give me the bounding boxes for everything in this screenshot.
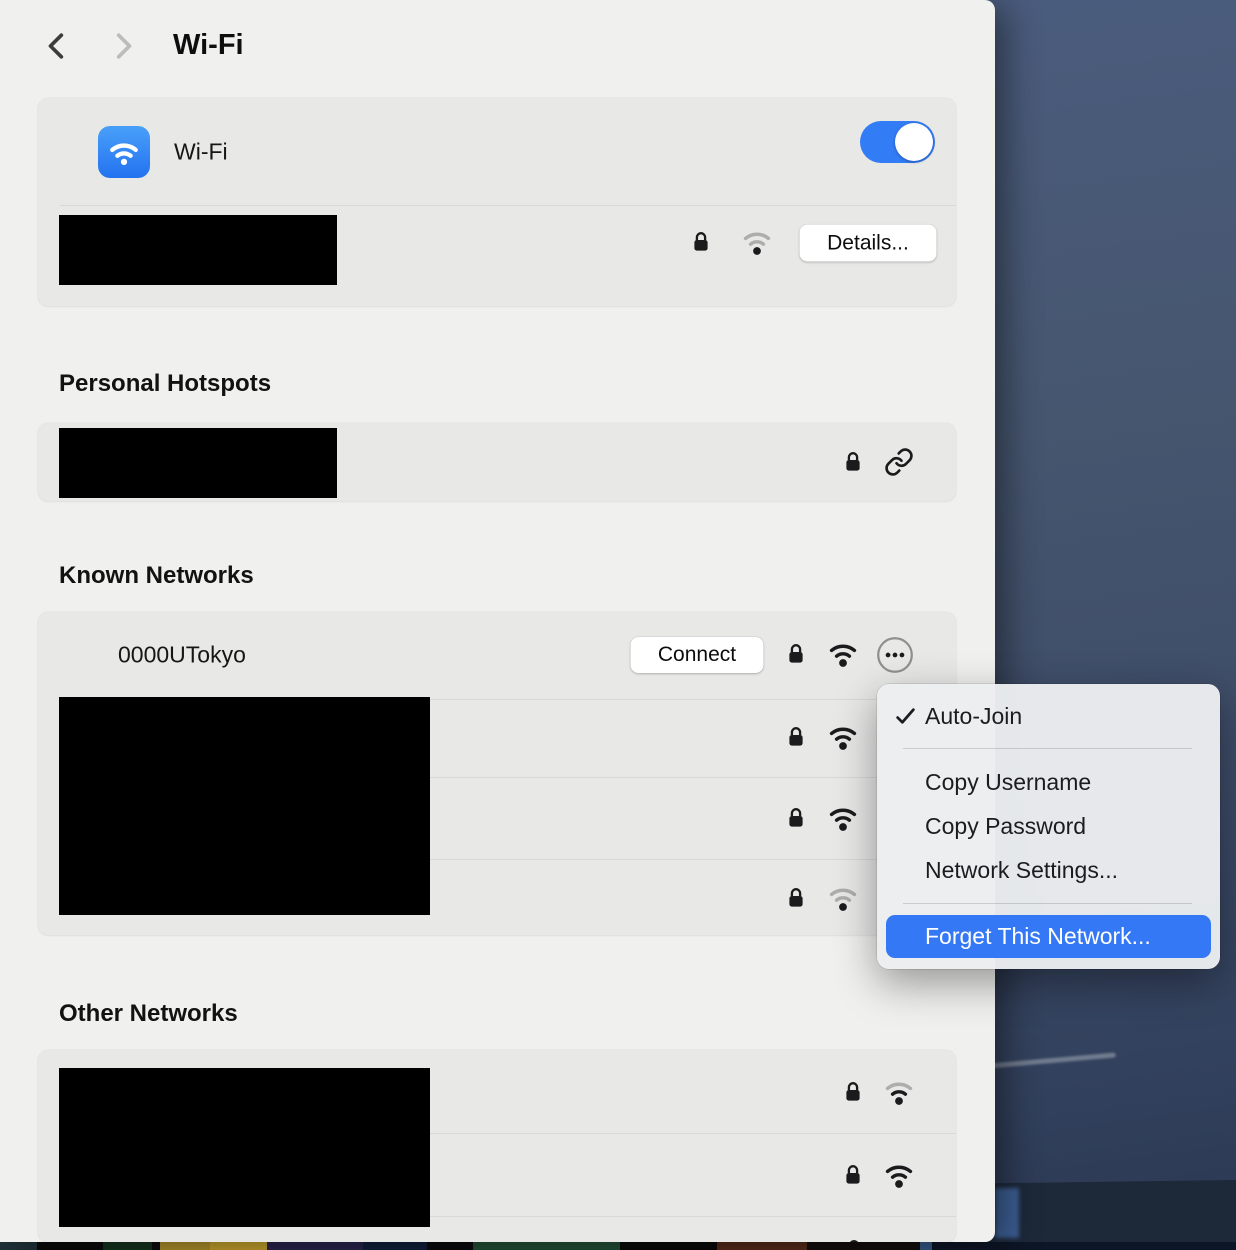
page-title: Wi-Fi [173, 29, 244, 62]
hotspot-link-icon [884, 447, 914, 477]
dock-app-sliver [103, 1242, 152, 1250]
dock-app-sliver [620, 1242, 717, 1250]
section-heading-other-networks: Other Networks [59, 1000, 238, 1028]
more-options-button[interactable] [876, 636, 914, 674]
dock-app-sliver [932, 1242, 1236, 1250]
wifi-signal-icon [826, 722, 860, 752]
dock-app-sliver [210, 1242, 267, 1250]
wallpaper-blue-patch [995, 1188, 1019, 1238]
wifi-glyph-icon [106, 134, 142, 170]
checkmark-icon [895, 707, 916, 726]
settings-window: Wi-Fi Wi-Fi [0, 0, 995, 1242]
wifi-signal-icon [826, 803, 860, 833]
redacted-network-name [59, 215, 337, 285]
wifi-signal-icon [882, 1160, 916, 1190]
wifi-app-icon [98, 126, 150, 178]
dock-app-sliver [37, 1242, 103, 1250]
redacted-network-name [59, 1068, 430, 1227]
lock-icon [842, 1234, 866, 1242]
nav-bar: Wi-Fi [0, 0, 995, 90]
dock-strip[interactable] [0, 1242, 1236, 1250]
dock-app-sliver [807, 1242, 920, 1250]
network-name: 0000UTokyo [118, 642, 246, 669]
desktop: Wi-Fi Wi-Fi [0, 0, 1236, 1250]
lock-icon [784, 638, 808, 670]
redacted-network-name [59, 697, 430, 915]
connect-button[interactable]: Connect [631, 637, 764, 673]
menu-item-copy-password[interactable]: Copy Password [877, 804, 1220, 848]
menu-item-copy-username[interactable]: Copy Username [877, 760, 1220, 804]
details-button[interactable]: Details... [800, 225, 937, 262]
wifi-signal-icon [826, 639, 860, 669]
lock-icon [841, 1159, 865, 1191]
dock-app-sliver [0, 1242, 37, 1250]
menu-item-label: Auto-Join [925, 703, 1022, 730]
back-button[interactable] [40, 26, 74, 66]
section-heading-known-networks: Known Networks [59, 562, 254, 590]
chevron-left-icon [44, 30, 70, 62]
dock-app-sliver [427, 1242, 473, 1250]
lock-icon [784, 882, 808, 914]
redacted-network-name [59, 428, 337, 498]
wifi-toggle[interactable] [860, 121, 935, 163]
dock-app-sliver [152, 1242, 160, 1250]
dock-app-sliver [920, 1242, 932, 1250]
forward-button[interactable] [106, 26, 140, 66]
wifi-signal-icon [882, 1077, 916, 1107]
dock-app-sliver [160, 1242, 210, 1250]
toggle-knob [895, 123, 933, 161]
menu-divider [903, 903, 1192, 904]
context-menu: Auto-Join Copy Username Copy Password Ne… [877, 684, 1220, 969]
menu-item-label: Copy Password [925, 813, 1086, 840]
divider [60, 205, 956, 206]
menu-item-network-settings[interactable]: Network Settings... [877, 848, 1220, 892]
section-heading-personal-hotspots: Personal Hotspots [59, 370, 271, 398]
dock-app-sliver [473, 1242, 620, 1250]
dock-app-sliver [267, 1242, 363, 1250]
lock-icon [841, 446, 865, 478]
dock-app-sliver [717, 1242, 807, 1250]
menu-item-label: Forget This Network... [925, 923, 1151, 950]
menu-item-auto-join[interactable]: Auto-Join [877, 695, 1220, 737]
menu-divider [903, 748, 1192, 749]
lock-icon [689, 226, 713, 258]
lock-icon [841, 1076, 865, 1108]
lock-icon [784, 721, 808, 753]
ellipsis-circle-icon [876, 636, 914, 674]
wifi-row-label: Wi-Fi [174, 139, 228, 166]
wallpaper-highlight-streak [988, 1052, 1116, 1068]
menu-item-label: Copy Username [925, 769, 1091, 796]
wifi-signal-icon [826, 883, 860, 913]
wifi-signal-icon [740, 227, 774, 257]
dock-app-sliver [363, 1242, 427, 1250]
lock-icon [784, 802, 808, 834]
menu-item-forget-this-network[interactable]: Forget This Network... [886, 915, 1211, 958]
menu-item-label: Network Settings... [925, 857, 1118, 884]
chevron-right-icon [110, 30, 136, 62]
